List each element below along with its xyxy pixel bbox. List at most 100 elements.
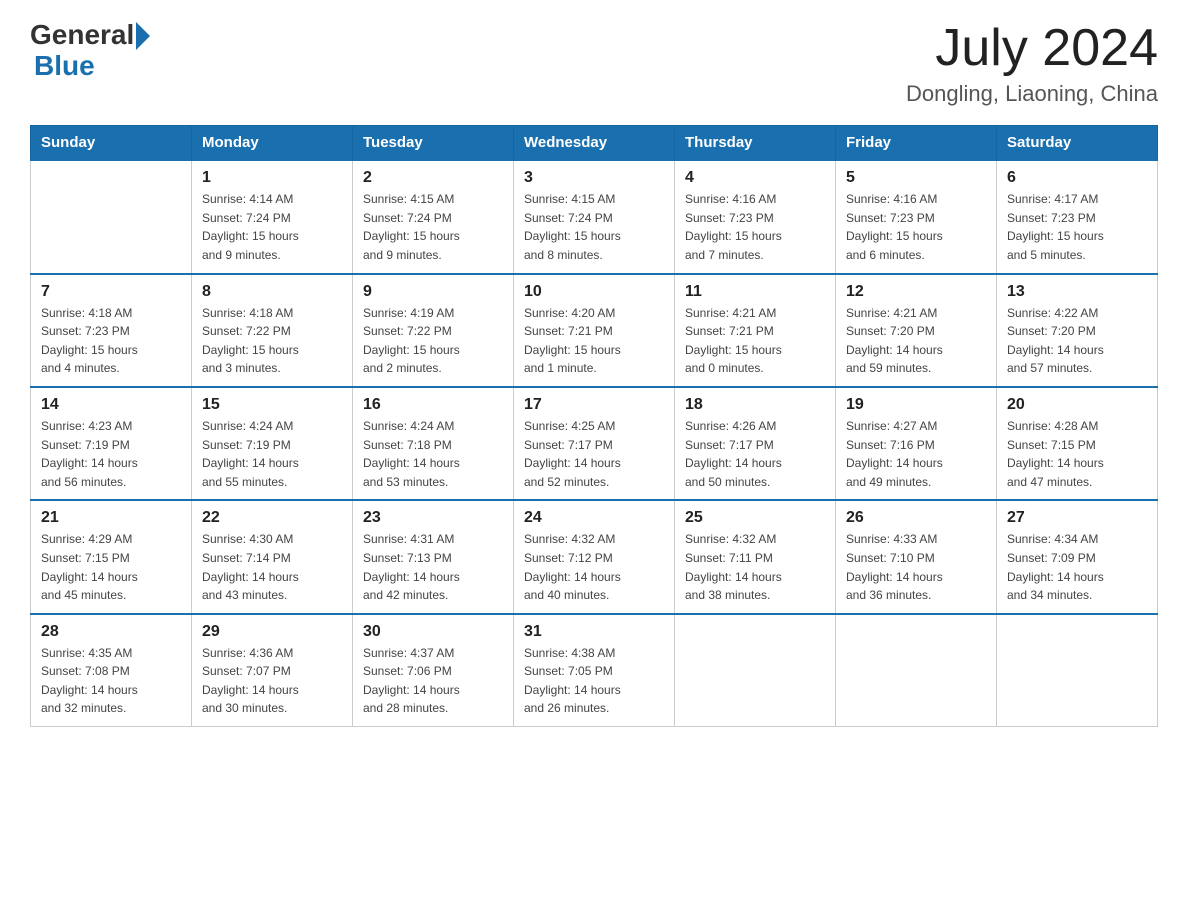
day-number: 14	[41, 396, 181, 414]
day-info: Sunrise: 4:38 AMSunset: 7:05 PMDaylight:…	[524, 644, 664, 718]
day-number: 3	[524, 169, 664, 187]
col-header-sunday: Sunday	[31, 126, 192, 161]
day-info: Sunrise: 4:32 AMSunset: 7:12 PMDaylight:…	[524, 530, 664, 604]
col-header-wednesday: Wednesday	[514, 126, 675, 161]
day-number: 1	[202, 169, 342, 187]
calendar-cell: 25 Sunrise: 4:32 AMSunset: 7:11 PMDayligh…	[675, 500, 836, 613]
calendar-cell: 13Sunrise: 4:22 AMSunset: 7:20 PMDayligh…	[997, 274, 1158, 387]
calendar-cell: 31 Sunrise: 4:38 AMSunset: 7:05 PMDayligh…	[514, 614, 675, 727]
day-number: 9	[363, 283, 503, 301]
logo-triangle-icon	[136, 22, 150, 50]
calendar-cell	[997, 614, 1158, 727]
calendar-cell: 7 Sunrise: 4:18 AMSunset: 7:23 PMDaylight…	[31, 274, 192, 387]
day-info: Sunrise: 4:17 AMSunset: 7:23 PMDaylight:…	[1007, 190, 1147, 264]
day-info: Sunrise: 4:21 AMSunset: 7:20 PMDaylight:…	[846, 304, 986, 378]
calendar-cell: 24 Sunrise: 4:32 AMSunset: 7:12 PMDayligh…	[514, 500, 675, 613]
day-info: Sunrise: 4:37 AMSunset: 7:06 PMDaylight:…	[363, 644, 503, 718]
calendar-cell: 28 Sunrise: 4:35 AMSunset: 7:08 PMDayligh…	[31, 614, 192, 727]
day-info: Sunrise: 4:35 AMSunset: 7:08 PMDaylight:…	[41, 644, 181, 718]
day-number: 19	[846, 396, 986, 414]
day-info: Sunrise: 4:30 AMSunset: 7:14 PMDaylight:…	[202, 530, 342, 604]
calendar-cell: 12 Sunrise: 4:21 AMSunset: 7:20 PMDayligh…	[836, 274, 997, 387]
day-number: 6	[1007, 169, 1147, 187]
day-info: Sunrise: 4:14 AMSunset: 7:24 PMDaylight:…	[202, 190, 342, 264]
day-number: 27	[1007, 509, 1147, 527]
calendar-cell: 10Sunrise: 4:20 AMSunset: 7:21 PMDayligh…	[514, 274, 675, 387]
col-header-friday: Friday	[836, 126, 997, 161]
day-info: Sunrise: 4:32 AMSunset: 7:11 PMDaylight:…	[685, 530, 825, 604]
day-info: Sunrise: 4:20 AMSunset: 7:21 PMDaylight:…	[524, 304, 664, 378]
calendar-cell: 19Sunrise: 4:27 AMSunset: 7:16 PMDayligh…	[836, 387, 997, 500]
day-number: 18	[685, 396, 825, 414]
day-number: 31	[524, 623, 664, 641]
calendar-cell	[836, 614, 997, 727]
day-info: Sunrise: 4:26 AMSunset: 7:17 PMDaylight:…	[685, 417, 825, 491]
calendar-cell	[675, 614, 836, 727]
calendar-table: SundayMondayTuesdayWednesdayThursdayFrid…	[30, 125, 1158, 727]
day-number: 16	[363, 396, 503, 414]
day-info: Sunrise: 4:25 AMSunset: 7:17 PMDaylight:…	[524, 417, 664, 491]
day-info: Sunrise: 4:16 AMSunset: 7:23 PMDaylight:…	[846, 190, 986, 264]
calendar-cell	[31, 160, 192, 273]
calendar-cell: 29 Sunrise: 4:36 AMSunset: 7:07 PMDayligh…	[192, 614, 353, 727]
day-number: 8	[202, 283, 342, 301]
day-info: Sunrise: 4:15 AMSunset: 7:24 PMDaylight:…	[363, 190, 503, 264]
calendar-cell: 17Sunrise: 4:25 AMSunset: 7:17 PMDayligh…	[514, 387, 675, 500]
day-number: 30	[363, 623, 503, 641]
day-number: 15	[202, 396, 342, 414]
day-number: 25	[685, 509, 825, 527]
col-header-saturday: Saturday	[997, 126, 1158, 161]
week-row-4: 21Sunrise: 4:29 AMSunset: 7:15 PMDayligh…	[31, 500, 1158, 613]
location-text: Dongling, Liaoning, China	[906, 81, 1158, 107]
day-number: 7	[41, 283, 181, 301]
calendar-cell: 4Sunrise: 4:16 AMSunset: 7:23 PMDaylight…	[675, 160, 836, 273]
day-info: Sunrise: 4:36 AMSunset: 7:07 PMDaylight:…	[202, 644, 342, 718]
col-header-tuesday: Tuesday	[353, 126, 514, 161]
day-info: Sunrise: 4:31 AMSunset: 7:13 PMDaylight:…	[363, 530, 503, 604]
day-number: 24	[524, 509, 664, 527]
day-number: 28	[41, 623, 181, 641]
day-info: Sunrise: 4:15 AMSunset: 7:24 PMDaylight:…	[524, 190, 664, 264]
day-number: 5	[846, 169, 986, 187]
calendar-cell: 15Sunrise: 4:24 AMSunset: 7:19 PMDayligh…	[192, 387, 353, 500]
day-info: Sunrise: 4:22 AMSunset: 7:20 PMDaylight:…	[1007, 304, 1147, 378]
calendar-cell: 1 Sunrise: 4:14 AMSunset: 7:24 PMDaylight…	[192, 160, 353, 273]
day-number: 22	[202, 509, 342, 527]
day-number: 29	[202, 623, 342, 641]
calendar-cell: 23 Sunrise: 4:31 AMSunset: 7:13 PMDayligh…	[353, 500, 514, 613]
logo: General Blue	[30, 20, 150, 82]
day-info: Sunrise: 4:23 AMSunset: 7:19 PMDaylight:…	[41, 417, 181, 491]
day-info: Sunrise: 4:21 AMSunset: 7:21 PMDaylight:…	[685, 304, 825, 378]
day-number: 12	[846, 283, 986, 301]
week-row-5: 28 Sunrise: 4:35 AMSunset: 7:08 PMDayligh…	[31, 614, 1158, 727]
month-year-heading: July 2024	[906, 20, 1158, 77]
calendar-cell: 26Sunrise: 4:33 AMSunset: 7:10 PMDayligh…	[836, 500, 997, 613]
calendar-cell: 11Sunrise: 4:21 AMSunset: 7:21 PMDayligh…	[675, 274, 836, 387]
day-info: Sunrise: 4:24 AMSunset: 7:18 PMDaylight:…	[363, 417, 503, 491]
day-number: 23	[363, 509, 503, 527]
calendar-cell: 20Sunrise: 4:28 AMSunset: 7:15 PMDayligh…	[997, 387, 1158, 500]
day-info: Sunrise: 4:16 AMSunset: 7:23 PMDaylight:…	[685, 190, 825, 264]
calendar-cell: 22 Sunrise: 4:30 AMSunset: 7:14 PMDayligh…	[192, 500, 353, 613]
col-header-monday: Monday	[192, 126, 353, 161]
calendar-cell: 21Sunrise: 4:29 AMSunset: 7:15 PMDayligh…	[31, 500, 192, 613]
calendar-cell: 2 Sunrise: 4:15 AMSunset: 7:24 PMDaylight…	[353, 160, 514, 273]
day-info: Sunrise: 4:29 AMSunset: 7:15 PMDaylight:…	[41, 530, 181, 604]
calendar-cell: 9 Sunrise: 4:19 AMSunset: 7:22 PMDaylight…	[353, 274, 514, 387]
calendar-cell: 16 Sunrise: 4:24 AMSunset: 7:18 PMDayligh…	[353, 387, 514, 500]
day-number: 26	[846, 509, 986, 527]
day-number: 2	[363, 169, 503, 187]
day-info: Sunrise: 4:19 AMSunset: 7:22 PMDaylight:…	[363, 304, 503, 378]
calendar-cell: 3 Sunrise: 4:15 AMSunset: 7:24 PMDaylight…	[514, 160, 675, 273]
calendar-cell: 14 Sunrise: 4:23 AMSunset: 7:19 PMDayligh…	[31, 387, 192, 500]
calendar-cell: 27Sunrise: 4:34 AMSunset: 7:09 PMDayligh…	[997, 500, 1158, 613]
calendar-cell: 30 Sunrise: 4:37 AMSunset: 7:06 PMDayligh…	[353, 614, 514, 727]
logo-general-text: General	[30, 20, 134, 51]
calendar-cell: 8 Sunrise: 4:18 AMSunset: 7:22 PMDaylight…	[192, 274, 353, 387]
day-info: Sunrise: 4:18 AMSunset: 7:22 PMDaylight:…	[202, 304, 342, 378]
week-row-2: 7 Sunrise: 4:18 AMSunset: 7:23 PMDaylight…	[31, 274, 1158, 387]
week-row-1: 1 Sunrise: 4:14 AMSunset: 7:24 PMDaylight…	[31, 160, 1158, 273]
day-info: Sunrise: 4:18 AMSunset: 7:23 PMDaylight:…	[41, 304, 181, 378]
week-row-3: 14 Sunrise: 4:23 AMSunset: 7:19 PMDayligh…	[31, 387, 1158, 500]
calendar-cell: 6 Sunrise: 4:17 AMSunset: 7:23 PMDaylight…	[997, 160, 1158, 273]
